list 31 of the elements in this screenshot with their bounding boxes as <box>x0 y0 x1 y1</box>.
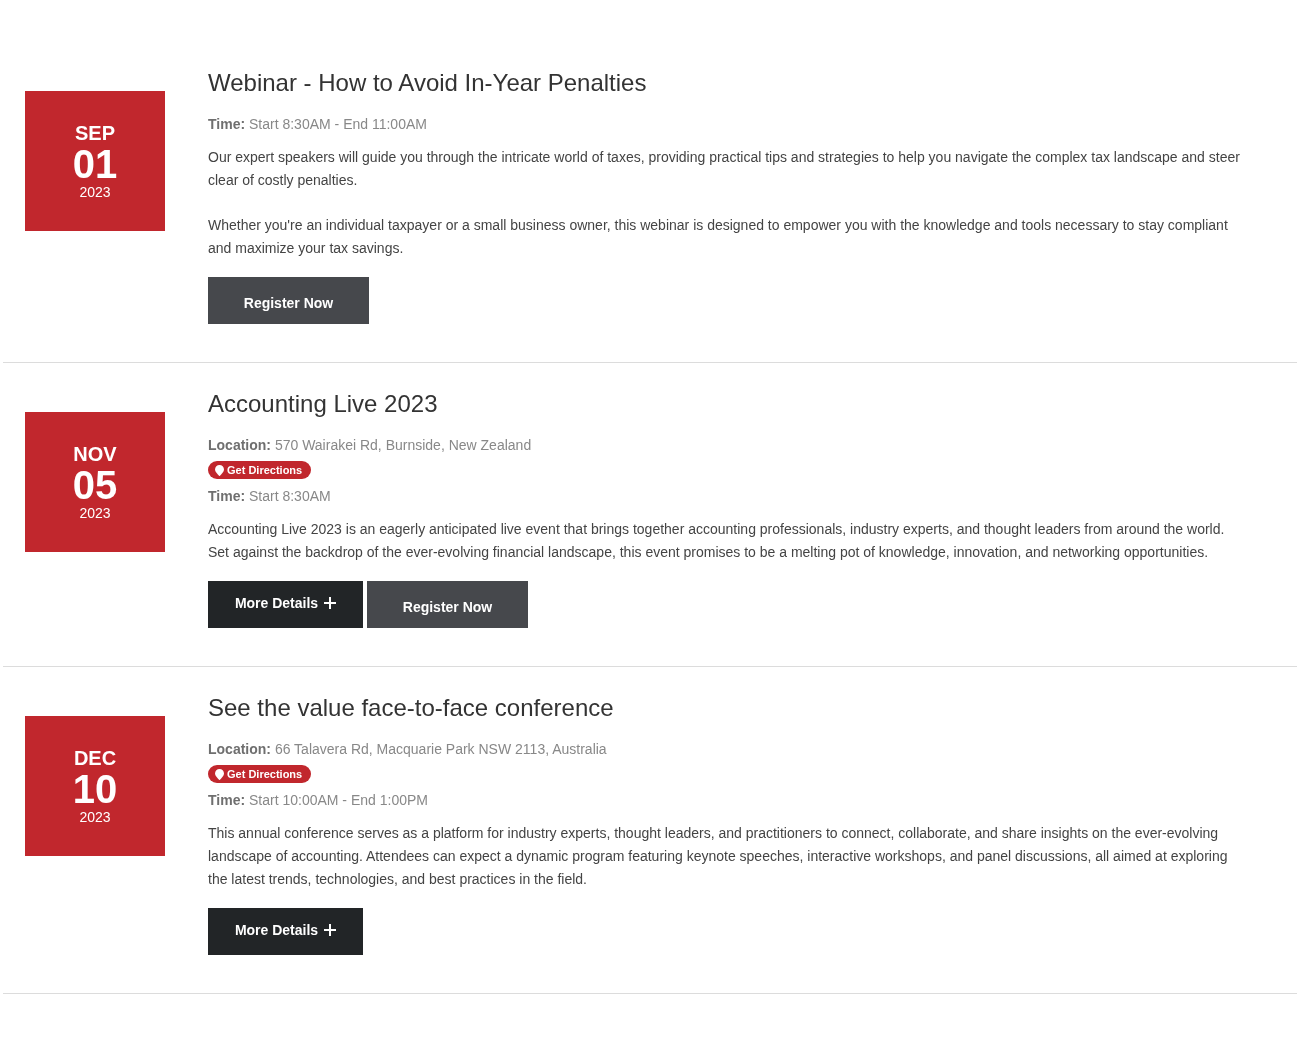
event-description: Our expert speakers will guide you through the intricate world of taxes, providing practical tips and strategies to help you navigate the complex tax landscape and steer clear of costly penalties. <box>208 148 1240 190</box>
time-text: Time: Start 10:00AM - End 1:00PM <box>208 791 428 810</box>
date-day: 05 <box>72 465 118 505</box>
event-title: See the value face-to-face conference <box>208 693 615 723</box>
map-pin-icon <box>215 768 224 780</box>
location-text: Location: 66 Talavera Rd, Macquarie Park NSW 2113, Australia <box>208 740 607 759</box>
date-day: 01 <box>72 144 118 184</box>
location-text: Location: 570 Wairakei Rd, Burnside, New Zealand <box>208 436 532 455</box>
map-pin-icon <box>215 464 224 476</box>
event-description: Accounting Live 2023 is an eagerly anticipated live event that brings together accounting professionals, industry experts, and thought leaders from around the world. Set against the backdrop of the ever-evolving financial landscape, this event promises to be a melting pot of knowledge, innovation, and networking opportunities. <box>208 520 1226 562</box>
register-now-button[interactable]: Register Now <box>208 277 369 324</box>
event-title: Webinar - How to Avoid In-Year Penalties <box>208 68 648 98</box>
time-text: Time: Start 8:30AM - End 11:00AM <box>208 115 427 134</box>
date-year: 2023 <box>79 505 111 521</box>
plus-icon <box>324 923 337 936</box>
date-year: 2023 <box>79 184 111 200</box>
date-month: SEP <box>75 122 115 144</box>
event-title: Accounting Live 2023 <box>208 389 439 419</box>
get-directions-link[interactable]: Get Directions <box>208 765 312 783</box>
get-directions-link[interactable]: Get Directions <box>208 461 312 479</box>
time-text: Time: Start 8:30AM <box>208 487 331 506</box>
event-description: This annual conference serves as a platform for industry experts, thought leaders, and practitioners to connect, collaborate, and share insights on the ever-evolving landscape of accounting. Attendees can expect a dynamic program featuring keynote speeches, interactive workshops, and panel discussions, all aimed at exploring the latest trends, technologies, and best practices in the field. <box>208 824 1229 889</box>
event-description: Whether you're an individual taxpayer or a small business owner, this webinar is designed to empower you with the knowledge and tools necessary to stay compliant and maximize your tax savings. <box>208 216 1229 258</box>
date-month: NOV <box>73 443 117 465</box>
date-year: 2023 <box>79 809 111 825</box>
date-day: 10 <box>72 769 118 809</box>
date-month: DEC <box>73 747 117 769</box>
plus-icon <box>324 596 337 609</box>
more-details-button[interactable]: More Details <box>208 908 363 955</box>
register-now-button[interactable]: Register Now <box>367 581 528 628</box>
more-details-button[interactable]: More Details <box>208 581 363 628</box>
